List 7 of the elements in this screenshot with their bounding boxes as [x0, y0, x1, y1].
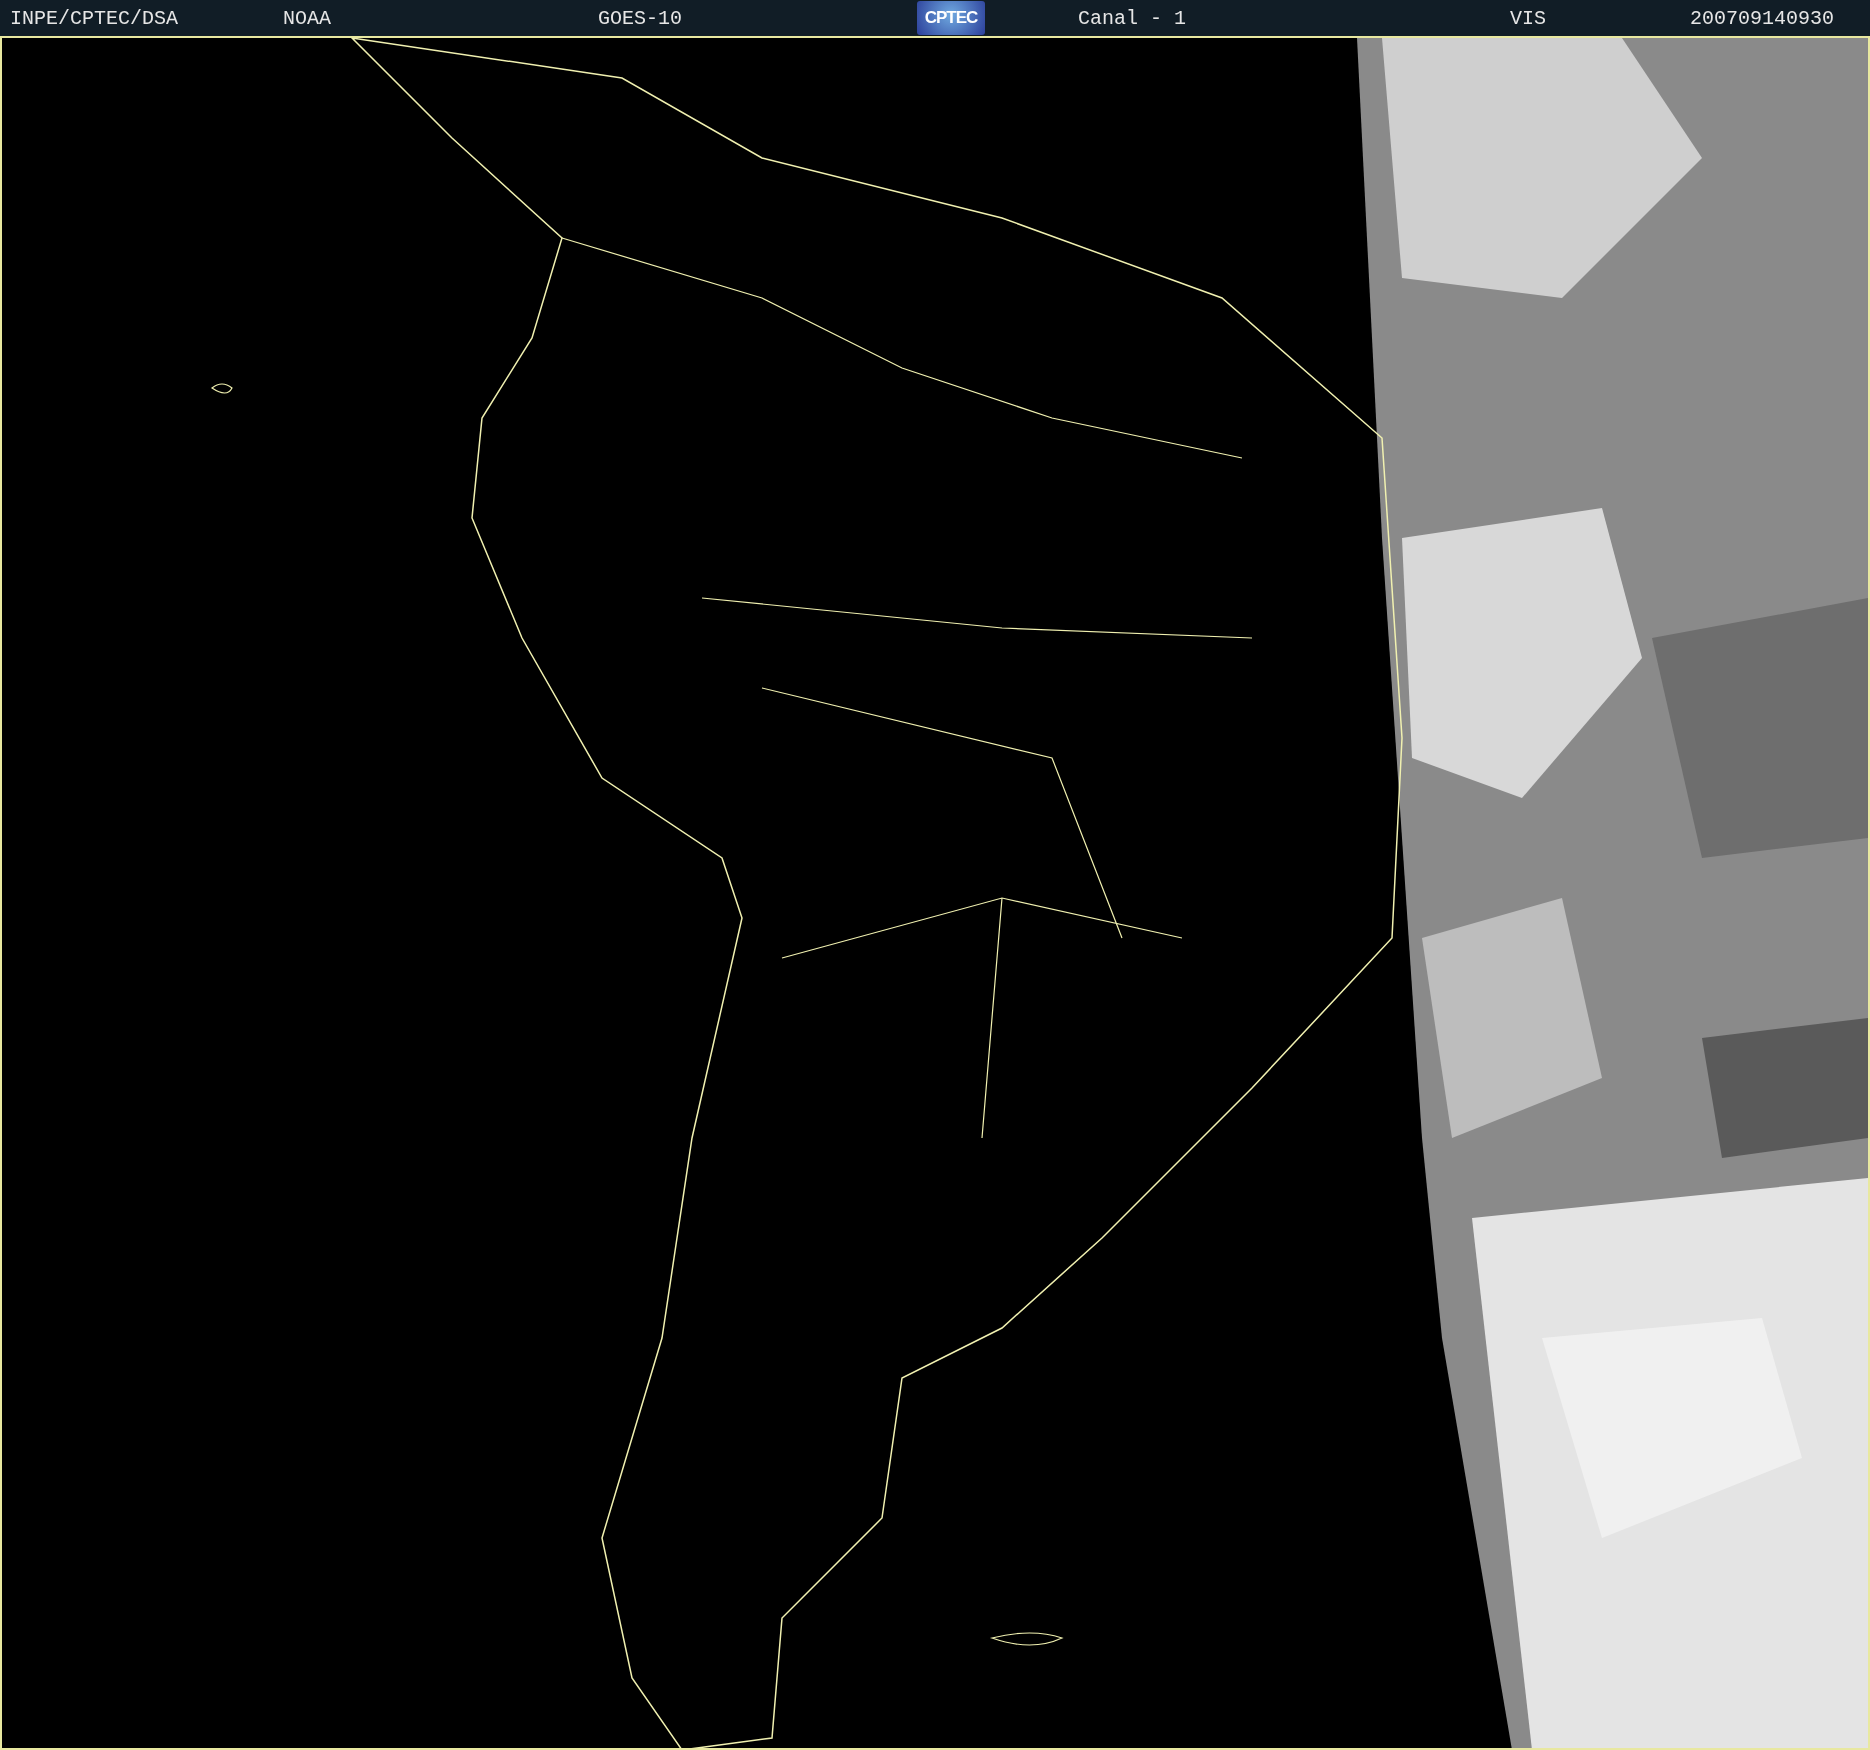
- timestamp-label: 200709140930: [1690, 6, 1835, 30]
- source-label: NOAA: [283, 6, 332, 30]
- band-label: VIS: [1510, 6, 1547, 30]
- channel-label: Canal - 1: [1078, 6, 1188, 30]
- satellite-label: GOES-10: [598, 6, 683, 30]
- logo: CPTEC: [917, 1, 985, 35]
- agency-label: INPE/CPTEC/DSA: [10, 6, 180, 30]
